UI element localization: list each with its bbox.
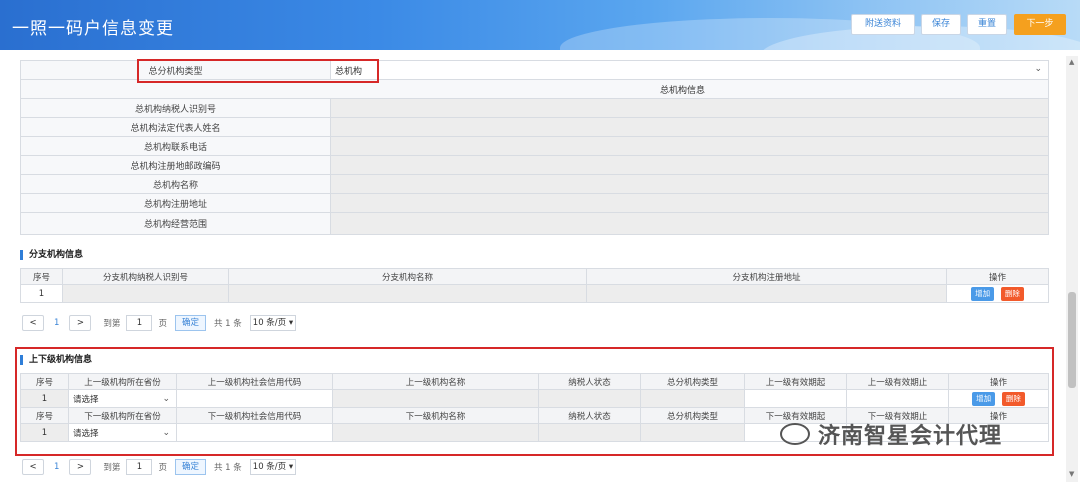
page-size-select[interactable]: 10 条/页 ▾ bbox=[249, 315, 297, 331]
page-header: 一照一码户信息变更 附送资料 保存 重置 下一步 bbox=[0, 0, 1080, 50]
legal-rep-field bbox=[330, 117, 1049, 137]
field-label: 总机构联系电话 bbox=[20, 136, 331, 156]
postcode-field bbox=[330, 155, 1049, 175]
pagination: < 1 > 到第 1 页 确定 共 1 条 10 条/页 ▾ bbox=[22, 458, 297, 476]
scroll-up-icon[interactable]: ▲ bbox=[1069, 58, 1074, 66]
total-count: 共 1 条 bbox=[213, 463, 242, 473]
watermark-text: 济南智星会计代理 bbox=[818, 424, 1003, 449]
branch-address-cell[interactable] bbox=[586, 284, 947, 303]
current-page[interactable]: 1 bbox=[54, 462, 59, 472]
branch-section-title: 分支机构信息 bbox=[20, 250, 83, 260]
chevron-down-icon[interactable]: ⌄ bbox=[1034, 64, 1042, 74]
field-label: 总机构注册地邮政编码 bbox=[20, 155, 331, 175]
row-number: 1 bbox=[20, 284, 63, 303]
page-unit-label: 页 bbox=[158, 463, 167, 473]
goto-page-input[interactable]: 1 bbox=[126, 315, 153, 331]
prev-page-button[interactable]: < bbox=[22, 315, 44, 331]
confirm-page-button[interactable]: 确定 bbox=[174, 315, 206, 331]
next-page-button[interactable]: > bbox=[69, 459, 92, 475]
current-page[interactable]: 1 bbox=[54, 318, 59, 328]
total-count: 共 1 条 bbox=[213, 319, 242, 329]
highlight-box bbox=[137, 59, 379, 83]
branch-table: 序号 分支机构纳税人识别号 分支机构名称 分支机构注册地址 操作 1 增加 删除 bbox=[20, 268, 1049, 303]
office-address-field bbox=[330, 193, 1049, 213]
next-page-button[interactable]: > bbox=[69, 315, 92, 331]
goto-label: 到第 bbox=[103, 463, 121, 473]
column-header: 分支机构纳税人识别号 bbox=[62, 268, 229, 285]
office-name-field bbox=[330, 174, 1049, 194]
field-label: 总机构经营范围 bbox=[20, 212, 331, 235]
page-size-value: 10 条/页 bbox=[252, 462, 287, 472]
goto-page-input[interactable]: 1 bbox=[126, 459, 153, 475]
scroll-down-icon[interactable]: ▼ bbox=[1069, 470, 1074, 478]
goto-label: 到第 bbox=[103, 319, 121, 329]
field-label: 总机构纳税人识别号 bbox=[20, 98, 331, 118]
page-title: 一照一码户信息变更 bbox=[12, 19, 174, 39]
scrollbar-thumb[interactable] bbox=[1068, 292, 1076, 388]
field-label: 总机构名称 bbox=[20, 174, 331, 194]
next-step-button[interactable]: 下一步 bbox=[1014, 14, 1066, 35]
row-actions: 增加 删除 bbox=[946, 284, 1049, 303]
office-type-select[interactable]: 总机构 ⌄ bbox=[330, 60, 1049, 80]
column-header: 操作 bbox=[946, 268, 1049, 285]
column-header: 分支机构名称 bbox=[228, 268, 587, 285]
attach-button[interactable]: 附送资料 bbox=[851, 14, 915, 35]
field-label: 总机构法定代表人姓名 bbox=[20, 117, 331, 137]
column-header: 分支机构注册地址 bbox=[586, 268, 947, 285]
watermark: 济南智星会计代理 bbox=[780, 418, 1002, 450]
field-label: 总机构注册地址 bbox=[20, 193, 331, 213]
branch-taxpayer-id-cell[interactable] bbox=[62, 284, 229, 303]
add-button[interactable]: 增加 bbox=[971, 286, 995, 301]
save-button[interactable]: 保存 bbox=[921, 14, 961, 35]
page-unit-label: 页 bbox=[158, 319, 167, 329]
business-scope-field bbox=[330, 212, 1049, 235]
pagination: < 1 > 到第 1 页 确定 共 1 条 10 条/页 ▾ bbox=[22, 314, 297, 332]
page-size-value: 10 条/页 bbox=[252, 318, 287, 328]
branch-name-cell[interactable] bbox=[228, 284, 587, 303]
prev-page-button[interactable]: < bbox=[22, 459, 44, 475]
confirm-page-button[interactable]: 确定 bbox=[174, 459, 206, 475]
wechat-icon bbox=[780, 423, 810, 445]
page-size-select[interactable]: 10 条/页 ▾ bbox=[249, 459, 297, 475]
column-header: 序号 bbox=[20, 268, 63, 285]
reset-button[interactable]: 重置 bbox=[967, 14, 1007, 35]
taxpayer-id-field bbox=[330, 98, 1049, 118]
table-row: 1 增加 删除 bbox=[20, 284, 1049, 303]
head-office-form: 总分机构类型 总机构 ⌄ 总机构信息 总机构纳税人识别号 总机构法定代表人姓名 … bbox=[20, 60, 1049, 235]
delete-button[interactable]: 删除 bbox=[1000, 286, 1024, 301]
page-scrollbar[interactable]: ▲ ▼ bbox=[1066, 56, 1078, 482]
phone-field bbox=[330, 136, 1049, 156]
